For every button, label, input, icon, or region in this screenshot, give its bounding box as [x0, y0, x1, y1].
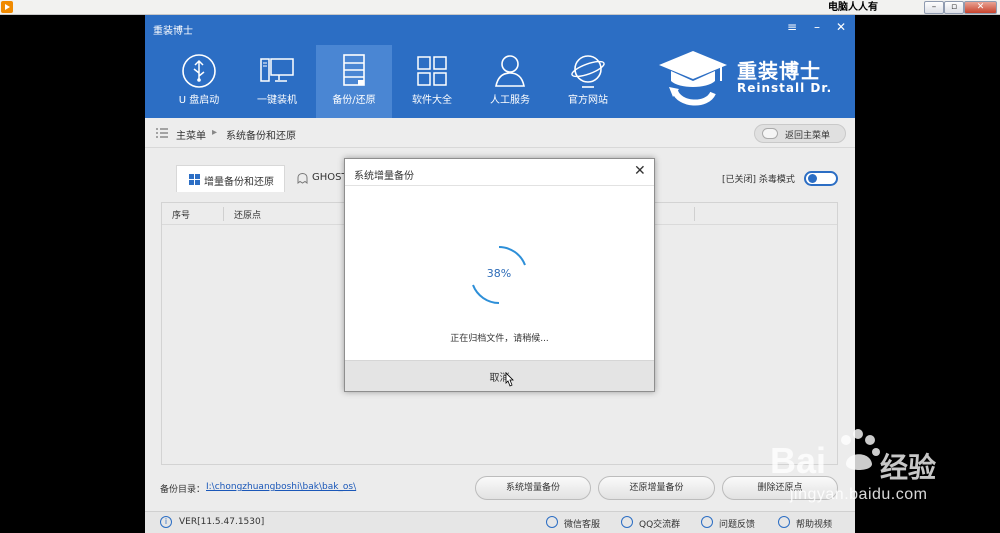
- info-icon: i: [160, 516, 172, 528]
- nav-backup-restore[interactable]: 备份/还原: [316, 45, 392, 118]
- tab-incremental-backup[interactable]: 增量备份和还原: [176, 165, 285, 192]
- progress-percent: 38%: [486, 267, 512, 280]
- player-logo-icon: [1, 1, 13, 13]
- app-header: 重装博士 ≡ – ✕ U 盘启动 一键装机 备份/还原 软件大全 人工服务 官方…: [145, 15, 855, 118]
- progress-message: 正在归档文件，请稍候...: [450, 334, 549, 344]
- brand-name-cn: 重装博士: [737, 59, 821, 83]
- tab-label: GHOST: [312, 172, 348, 183]
- help-video-link[interactable]: 帮助视频: [796, 517, 832, 530]
- mouse-cursor-icon: [505, 372, 514, 387]
- nav-label: 人工服务: [490, 95, 530, 106]
- watermark-brand2: 经验: [880, 451, 937, 484]
- minimize-button[interactable]: –: [810, 20, 824, 34]
- tab-label: 增量备份和还原: [204, 177, 274, 188]
- breadcrumb-separator: ▸: [212, 127, 218, 138]
- back-label: 返回主菜单: [785, 131, 831, 141]
- menu-button[interactable]: ≡: [785, 20, 799, 34]
- nav-usb-boot[interactable]: U 盘启动: [161, 45, 237, 118]
- antivirus-state: [已关闭]: [722, 175, 757, 185]
- restore-incremental-backup-button[interactable]: 还原增量备份: [598, 476, 715, 500]
- watermark-url: jingyan.baidu.com: [790, 486, 928, 503]
- back-arrow-icon: [762, 128, 778, 139]
- help-icon: [778, 516, 790, 528]
- usb-icon: [182, 54, 216, 88]
- dialog-close-icon[interactable]: ✕: [634, 164, 646, 178]
- backup-dir-link[interactable]: I:\chongzhuangboshi\bak\bak_os\: [206, 482, 356, 492]
- host-maximize-button[interactable]: ▫: [944, 1, 964, 14]
- host-minimize-button[interactable]: –: [924, 1, 944, 14]
- status-bar: i VER[11.5.47.1530] 微信客服 QQ交流群 问题反馈 帮助视频: [145, 511, 855, 533]
- backup-dir-label: 备份目录：: [160, 485, 206, 495]
- nav-label: 备份/还原: [332, 95, 376, 106]
- breadcrumb-current: 系统备份和还原: [226, 131, 296, 142]
- server-icon: [343, 54, 365, 86]
- wechat-support-link[interactable]: 微信客服: [564, 517, 600, 530]
- nav-official-site[interactable]: 官方网站: [550, 45, 626, 118]
- nav-manual-service[interactable]: 人工服务: [472, 45, 548, 118]
- grad-cap-logo-icon: [659, 51, 727, 106]
- nav-label: 一键装机: [257, 95, 297, 106]
- host-window-title: 电脑人人有: [828, 2, 878, 13]
- dialog-title: 系统增量备份: [354, 171, 414, 182]
- breadcrumb-root[interactable]: 主菜单: [176, 127, 206, 142]
- version-text: VER[11.5.47.1530]: [179, 517, 265, 527]
- feedback-link[interactable]: 问题反馈: [719, 517, 755, 530]
- antivirus-toggle[interactable]: [804, 171, 838, 186]
- qq-icon: [621, 516, 633, 528]
- system-incremental-backup-button[interactable]: 系统增量备份: [475, 476, 591, 500]
- app-title: 重装博士: [153, 26, 193, 37]
- antivirus-label: 杀毒模式: [758, 175, 795, 185]
- paw-logo-icon: [841, 429, 880, 470]
- brand-logo: 重装博士 Reinstall Dr.: [657, 47, 847, 111]
- dialog-divider: [345, 185, 654, 186]
- grid-icon: [417, 56, 447, 86]
- nav-software[interactable]: 软件大全: [394, 45, 470, 118]
- nav-one-click-install[interactable]: 一键装机: [239, 45, 315, 118]
- baidu-jingyan-watermark: Bai 经验 jingyan.baidu.com: [770, 428, 995, 510]
- nav-label: 软件大全: [412, 95, 452, 106]
- column-divider: [223, 207, 224, 221]
- watermark-brand: Bai: [770, 440, 827, 481]
- computer-icon: [260, 58, 294, 82]
- column-header-restore-point: 还原点: [234, 211, 262, 221]
- nav-label: 官方网站: [568, 95, 608, 106]
- tab-ghost[interactable]: GHOST: [285, 165, 348, 192]
- windows-logo-icon: [189, 174, 200, 185]
- incremental-backup-dialog: 系统增量备份 ✕ 38% 正在归档文件，请稍候... 取消: [344, 158, 655, 392]
- globe-icon: [571, 55, 605, 88]
- close-button[interactable]: ✕: [834, 20, 848, 34]
- host-close-button[interactable]: ✕: [964, 1, 997, 14]
- wechat-icon: [546, 516, 558, 528]
- feedback-icon: [701, 516, 713, 528]
- breadcrumb: 主菜单 ▸ 系统备份和还原 返回主菜单: [145, 118, 855, 148]
- host-title-bar: 电脑人人有 – ▫ ✕: [0, 0, 1000, 15]
- column-divider: [694, 207, 695, 221]
- person-icon: [495, 55, 525, 87]
- dialog-footer: 取消: [345, 360, 654, 391]
- ghost-icon: [297, 173, 308, 184]
- nav-label: U 盘启动: [178, 95, 220, 106]
- toggle-knob: [808, 174, 817, 183]
- back-to-main-button[interactable]: 返回主菜单: [754, 124, 846, 143]
- column-header-index: 序号: [172, 211, 191, 221]
- antivirus-mode-label: [已关闭] 杀毒模式: [722, 172, 795, 185]
- list-menu-icon: [156, 128, 168, 138]
- cancel-button[interactable]: 取消: [345, 369, 654, 384]
- qq-group-link[interactable]: QQ交流群: [639, 517, 680, 530]
- brand-name-en: Reinstall Dr.: [737, 81, 833, 95]
